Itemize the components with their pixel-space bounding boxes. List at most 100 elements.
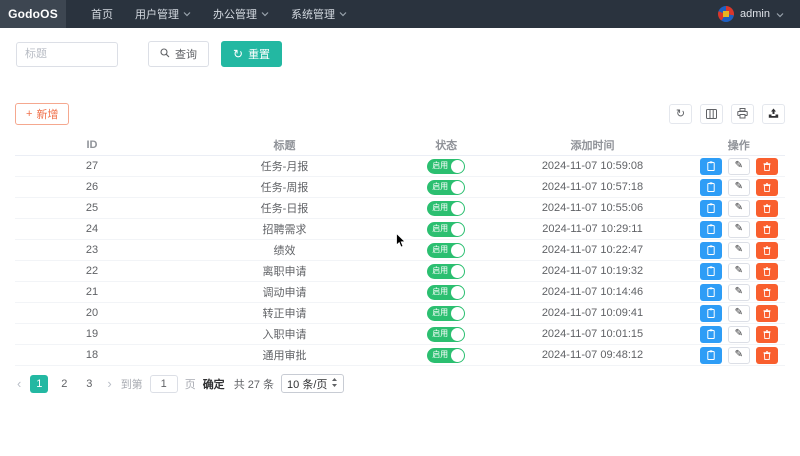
add-button-label: 新增 [36,106,58,122]
edit-button[interactable]: ✎ [728,179,750,196]
pencil-icon: ✎ [735,161,743,171]
copy-button[interactable] [700,347,722,364]
delete-button[interactable] [756,263,778,280]
cell-time: 2024-11-07 10:14:46 [492,286,692,298]
status-toggle[interactable]: 启用 [427,348,465,363]
username: admin [740,8,770,20]
delete-button[interactable] [756,347,778,364]
copy-button[interactable] [700,263,722,280]
jump-suffix-label: 页 [185,376,196,392]
status-toggle[interactable]: 启用 [427,201,465,216]
page-size-select[interactable]: 10 条/页 [281,374,344,393]
brand-logo[interactable]: GodoOS [0,0,66,28]
title-search-input[interactable] [16,42,118,67]
toggle-knob [451,286,464,299]
copy-button[interactable] [700,200,722,217]
trash-icon [763,159,771,174]
copy-button[interactable] [700,305,722,322]
copy-button[interactable] [700,326,722,343]
cell-status: 启用 [400,348,492,363]
edit-button[interactable]: ✎ [728,242,750,259]
avatar [718,6,734,22]
edit-button[interactable]: ✎ [728,326,750,343]
cell-actions: ✎ [693,179,785,196]
pencil-icon: ✎ [735,308,743,318]
jump-page-input[interactable] [150,375,178,393]
query-button[interactable]: 查询 [148,41,209,67]
delete-button[interactable] [756,242,778,259]
edit-button[interactable]: ✎ [728,200,750,217]
edit-button[interactable]: ✎ [728,284,750,301]
edit-button[interactable]: ✎ [728,263,750,280]
status-toggle[interactable]: 启用 [427,264,465,279]
confirm-jump-button[interactable]: 确定 [203,376,225,392]
table-row: 18 通用审批 启用 2024-11-07 09:48:12 ✎ [15,345,785,366]
cell-id: 19 [15,328,169,340]
edit-button[interactable]: ✎ [728,158,750,175]
copy-button[interactable] [700,221,722,238]
status-toggle[interactable]: 启用 [427,180,465,195]
toggle-knob [451,244,464,257]
status-toggle[interactable]: 启用 [427,327,465,342]
clipboard-icon [707,306,715,321]
delete-button[interactable] [756,179,778,196]
columns-icon [706,107,717,122]
delete-button[interactable] [756,200,778,217]
table-row: 24 招聘需求 启用 2024-11-07 10:29:11 ✎ [15,219,785,240]
add-button[interactable]: + 新增 [15,103,69,125]
trash-icon [763,306,771,321]
status-toggle[interactable]: 启用 [427,159,465,174]
pencil-icon: ✎ [735,182,743,192]
cell-actions: ✎ [693,200,785,217]
copy-button[interactable] [700,242,722,259]
prev-page-button[interactable]: ‹ [15,377,23,390]
user-menu[interactable]: admin [718,5,800,23]
nav-item-home[interactable]: 首页 [80,0,124,28]
toggle-knob [451,181,464,194]
status-toggle-label: 启用 [432,183,448,191]
clipboard-icon [707,327,715,342]
reset-button[interactable]: ↻ 重置 [221,41,282,67]
nav-item-label: 办公管理 [213,6,257,22]
clipboard-icon [707,180,715,195]
edit-button[interactable]: ✎ [728,221,750,238]
status-toggle[interactable]: 启用 [427,306,465,321]
chevron-down-icon [183,8,191,20]
cell-id: 18 [15,349,169,361]
nav-item-system-management[interactable]: 系统管理 [280,0,358,28]
cell-status: 启用 [400,306,492,321]
page-button-2[interactable]: 2 [55,375,73,393]
delete-button[interactable] [756,305,778,322]
toggle-knob [451,307,464,320]
status-toggle[interactable]: 启用 [427,285,465,300]
edit-button[interactable]: ✎ [728,347,750,364]
chevron-down-icon [776,5,784,23]
table-row: 23 绩效 启用 2024-11-07 10:22:47 ✎ [15,240,785,261]
copy-button[interactable] [700,284,722,301]
delete-button[interactable] [756,158,778,175]
delete-button[interactable] [756,326,778,343]
next-page-button[interactable]: › [105,377,113,390]
page-button-3[interactable]: 3 [80,375,98,393]
cell-time: 2024-11-07 10:19:32 [492,265,692,277]
delete-button[interactable] [756,284,778,301]
nav-item-office-management[interactable]: 办公管理 [202,0,280,28]
export-button[interactable] [762,104,785,124]
copy-button[interactable] [700,179,722,196]
query-button-label: 查询 [175,46,197,62]
cell-status: 启用 [400,159,492,174]
pencil-icon: ✎ [735,329,743,339]
printer-button[interactable] [731,104,754,124]
refresh-table-button[interactable]: ↻ [669,104,692,124]
trash-icon [763,348,771,363]
cell-title: 绩效 [169,242,400,258]
page-button-1[interactable]: 1 [30,375,48,393]
edit-button[interactable]: ✎ [728,305,750,322]
delete-button[interactable] [756,221,778,238]
nav-item-user-management[interactable]: 用户管理 [124,0,202,28]
status-toggle[interactable]: 启用 [427,222,465,237]
data-table: ID 标题 状态 添加时间 操作 27 任务-月报 启用 2024-11-07 … [15,134,785,366]
columns-button[interactable] [700,104,723,124]
status-toggle[interactable]: 启用 [427,243,465,258]
copy-button[interactable] [700,158,722,175]
